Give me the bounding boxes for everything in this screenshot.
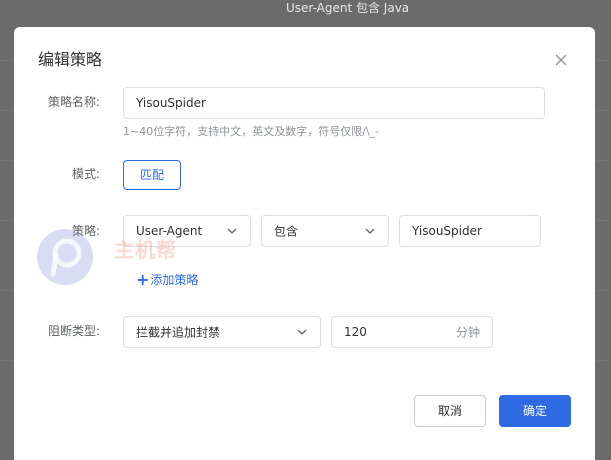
- chevron-down-icon: [297, 329, 307, 335]
- close-button[interactable]: [552, 51, 570, 69]
- ban-duration-value: 120: [344, 325, 367, 339]
- add-strategy-label: 添加策略: [150, 273, 199, 287]
- duration-unit: 分钟: [455, 325, 480, 340]
- cancel-button[interactable]: 取消: [414, 395, 486, 427]
- backdrop-header-text: User-Agent 包含 Java: [286, 1, 410, 15]
- match-mode-button[interactable]: 匹配: [123, 160, 181, 190]
- name-input-value: YisouSpider: [136, 96, 206, 110]
- chevron-down-icon: [227, 228, 237, 234]
- mode-label: 模式:: [71, 167, 100, 181]
- chevron-down-icon: [365, 228, 375, 234]
- operator-select-value: 包含: [274, 224, 299, 239]
- plus-icon: +: [136, 270, 150, 289]
- block-type-value: 拦截并追加封禁: [136, 325, 221, 340]
- name-hint: 1~40位字符，支持中文，英文及数字，符号仅限/\_-: [123, 125, 380, 138]
- dialog-title: 编辑策略: [38, 50, 103, 69]
- operator-select[interactable]: 包含: [261, 215, 389, 247]
- edit-strategy-dialog: 编辑策略 策略名称: YisouSpider 1~40位字符，支持中文，英文及数…: [14, 27, 595, 460]
- ok-button[interactable]: 确定: [499, 395, 571, 427]
- name-label: 策略名称:: [47, 95, 100, 109]
- strategy-label: 策略:: [71, 224, 100, 238]
- block-type-select[interactable]: 拦截并追加封禁: [123, 316, 321, 348]
- strategy-value-input[interactable]: YisouSpider: [399, 215, 541, 247]
- close-icon: [555, 54, 567, 66]
- field-select-value: User-Agent: [136, 224, 203, 238]
- add-strategy-link[interactable]: +添加策略: [136, 272, 198, 288]
- ban-duration-input[interactable]: 120 分钟: [331, 316, 493, 348]
- strategy-value-text: YisouSpider: [412, 224, 482, 238]
- name-input[interactable]: YisouSpider: [123, 87, 545, 119]
- block-type-label: 阻断类型:: [47, 324, 100, 338]
- field-select[interactable]: User-Agent: [123, 215, 251, 247]
